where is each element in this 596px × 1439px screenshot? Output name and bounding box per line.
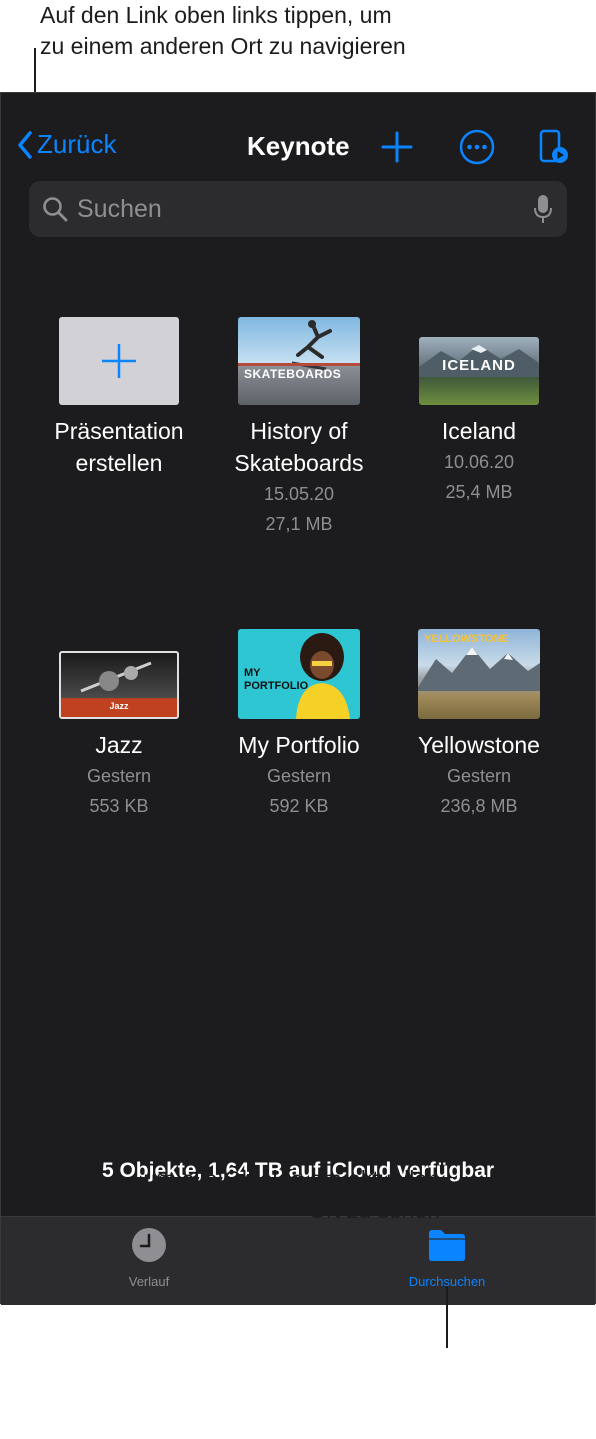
callout-bottom-line3: Ort zu sehen — [308, 1197, 440, 1223]
document-item[interactable]: MY PORTFOLIO My Portfolio Gestern 592 KB — [209, 627, 389, 821]
clock-icon — [132, 1228, 166, 1262]
folder-icon — [429, 1230, 465, 1261]
item-title-line1: Jazz — [95, 732, 143, 758]
document-thumbnail: ICELAND — [419, 337, 539, 405]
item-size: 592 KB — [269, 796, 329, 816]
item-date: Gestern — [446, 766, 512, 786]
tab-verlauf[interactable]: Verlauf — [69, 1227, 229, 1289]
thumbnail-title: SKATEBOARDS — [244, 367, 342, 381]
item-size: 25,4 MB — [445, 482, 513, 502]
document-thumbnail: SKATEBOARDS — [238, 317, 360, 405]
thumbnail-title: MY PORTFOLIO — [244, 667, 309, 692]
item-title-line1: Präsentation — [54, 418, 184, 444]
item-title-line1: Yellowstone — [418, 732, 540, 758]
callout-top-line2: zu einem anderen Ort zu navigieren — [40, 33, 406, 59]
item-size: 553 KB — [89, 796, 149, 816]
create-presentation-thumbnail — [59, 317, 179, 405]
callout-bottom: Auf „Durchsuchen“ tippen, um alle Objekt… — [0, 1133, 440, 1226]
present-button[interactable] — [539, 129, 571, 170]
mic-icon[interactable] — [533, 194, 553, 224]
add-button[interactable] — [381, 131, 413, 168]
thumbnail-title: YELLOWSTONE — [424, 633, 509, 645]
document-thumbnail: YELLOWSTONE — [418, 629, 540, 719]
thumbnail-title: Jazz — [109, 701, 129, 711]
document-item[interactable]: ICELAND Iceland 10.06.20 25,4 MB — [389, 313, 569, 507]
plus-icon — [102, 344, 136, 378]
more-icon — [459, 129, 495, 165]
document-item[interactable]: YELLOWSTONE Yellowstone Gestern 236,8 MB — [389, 627, 569, 821]
create-presentation-item[interactable]: Präsentation erstellen — [29, 313, 209, 479]
document-thumbnail: Jazz — [59, 651, 179, 719]
item-title-line1: Iceland — [441, 418, 517, 444]
keynote-browser-screen: Zurück Keynote Suchen Präsentation erste… — [0, 92, 596, 1305]
back-label: Zurück — [37, 129, 117, 159]
present-icon — [539, 129, 568, 163]
search-placeholder: Suchen — [77, 194, 162, 223]
document-item[interactable]: Jazz Jazz Gestern 553 KB — [29, 627, 209, 821]
search-icon — [43, 197, 68, 222]
callout-top-line1: Auf den Link oben links tippen, um — [40, 2, 392, 28]
item-title-line2: Skateboards — [234, 450, 364, 476]
plus-icon — [381, 131, 413, 163]
item-title-line1: History of — [250, 418, 348, 444]
thumbnail-title: ICELAND — [442, 357, 516, 374]
search-field[interactable]: Suchen — [29, 181, 567, 237]
back-button[interactable]: Zurück — [17, 129, 116, 160]
document-thumbnail: MY PORTFOLIO — [238, 629, 360, 719]
more-button[interactable] — [459, 129, 495, 170]
item-title-line2: erstellen — [75, 450, 163, 476]
item-date: 15.05.20 — [263, 484, 335, 504]
item-date: Gestern — [266, 766, 332, 786]
callout-bottom-line1: Auf „Durchsuchen“ tippen, — [172, 1135, 440, 1161]
item-size: 27,1 MB — [265, 514, 333, 534]
item-size: 236,8 MB — [440, 796, 518, 816]
tab-bar: Verlauf Durchsuchen — [1, 1216, 595, 1305]
chevron-left-icon — [18, 130, 32, 159]
item-title-line1: My Portfolio — [238, 732, 360, 758]
item-date: 10.06.20 — [443, 452, 515, 472]
navigation-bar: Zurück Keynote — [1, 93, 595, 181]
document-item[interactable]: SKATEBOARDS History of Skateboards 15.05… — [209, 313, 389, 539]
nav-title: Keynote — [247, 131, 350, 161]
tab-durchsuchen[interactable]: Durchsuchen — [367, 1227, 527, 1289]
callout-bottom-leader — [446, 1286, 448, 1348]
tab-label: Verlauf — [128, 1274, 170, 1289]
item-date: Gestern — [86, 766, 152, 786]
callout-top: Auf den Link oben links tippen, um zu ei… — [40, 0, 560, 62]
callout-bottom-line2: um alle Objekte am aktuellen — [143, 1166, 440, 1192]
